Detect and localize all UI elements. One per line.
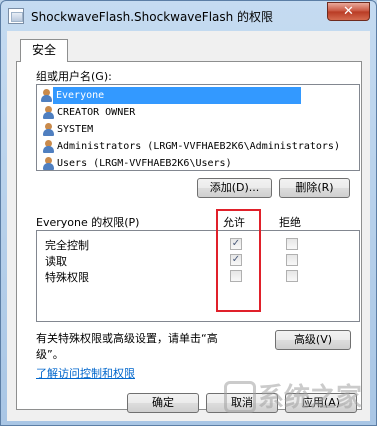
list-item-creator-owner[interactable]: CREATOR OWNER: [39, 104, 357, 121]
list-item-users[interactable]: Users (LRGM-VVFHAEB2K6\Users): [39, 155, 357, 170]
tab-security[interactable]: 安全: [20, 39, 68, 62]
user-group-icon: [42, 140, 55, 153]
list-item-label: Users (LRGM-VVFHAEB2K6\Users): [57, 158, 232, 169]
permission-read: 读取: [45, 255, 67, 268]
app-icon: [8, 8, 24, 24]
ok-button[interactable]: 确定: [127, 393, 199, 413]
list-item-label: CREATOR OWNER: [57, 107, 136, 118]
users-list-label: 组或用户名(G):: [36, 70, 112, 83]
permissions-list: 完全控制 读取 特殊权限 ✓ ✓: [36, 230, 360, 322]
user-group-icon: [42, 157, 55, 170]
add-button[interactable]: 添加(D)...: [197, 178, 272, 198]
users-list[interactable]: Everyone CREATOR OWNER SYSTEM Administra…: [36, 84, 360, 171]
remove-button[interactable]: 删除(R): [279, 178, 350, 198]
permissions-dialog: ShockwaveFlash.ShockwaveFlash 的权限 ✕ 安全 组…: [0, 0, 377, 426]
list-item-everyone[interactable]: Everyone: [53, 87, 301, 104]
dialog-body: 安全 组或用户名(G): Everyone CREATOR OWNER SYST…: [7, 31, 370, 421]
watermark-logo-icon: [224, 381, 256, 413]
permission-special: 特殊权限: [45, 271, 89, 284]
advanced-hint-line-1: 有关特殊权限或高级设置，请单击“高: [36, 332, 218, 345]
advanced-hint-line-2: 级”。: [36, 348, 64, 361]
learn-access-control-link[interactable]: 了解访问控制和权限: [36, 365, 135, 381]
title-bar[interactable]: ShockwaveFlash.ShockwaveFlash 的权限 ✕: [1, 1, 376, 31]
list-item-administrators[interactable]: Administrators (LRGM-VVFHAEB2K6\Administ…: [39, 138, 357, 155]
permission-full-control: 完全控制: [45, 239, 89, 252]
security-tab-panel: 组或用户名(G): Everyone CREATOR OWNER SYSTEM …: [16, 61, 362, 410]
permissions-label: Everyone 的权限(P): [36, 216, 140, 229]
deny-column-header: 拒绝: [279, 216, 301, 229]
deny-full-control-checkbox: [286, 238, 298, 250]
deny-read-checkbox: [286, 254, 298, 266]
list-item-system[interactable]: SYSTEM: [39, 121, 357, 138]
list-item-label: Everyone: [56, 90, 105, 101]
watermark: 系统之家: [218, 369, 376, 425]
close-button[interactable]: ✕: [327, 2, 370, 21]
user-group-icon: [42, 106, 55, 119]
highlight-box: [216, 209, 261, 312]
list-item-label: Administrators (LRGM-VVFHAEB2K6\Administ…: [57, 141, 340, 152]
advanced-button[interactable]: 高级(V): [275, 330, 351, 350]
user-group-icon: [40, 89, 53, 102]
deny-special-checkbox: [286, 270, 298, 282]
watermark-text: 系统之家: [258, 383, 363, 413]
window-title: ShockwaveFlash.ShockwaveFlash 的权限: [31, 10, 274, 24]
list-item-label: SYSTEM: [57, 124, 94, 135]
user-group-icon: [42, 123, 55, 136]
